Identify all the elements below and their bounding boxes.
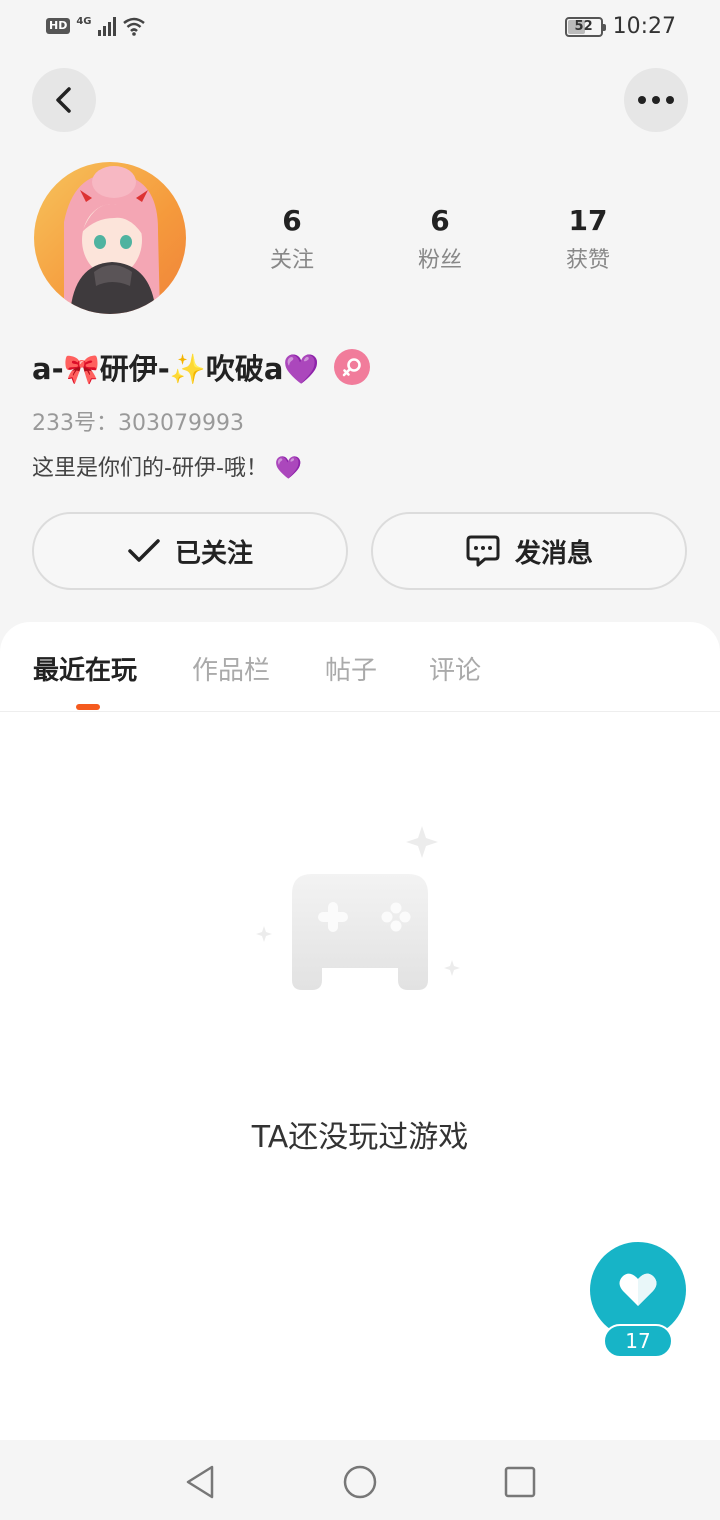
stat-value: 6: [282, 204, 302, 237]
tab-works[interactable]: 作品栏: [192, 650, 270, 687]
chevron-left-icon: [56, 87, 71, 113]
wifi-icon: [122, 17, 145, 36]
triangle-back-icon: [186, 1465, 214, 1499]
user-id-value: 303079993: [118, 411, 244, 436]
following-label: 已关注: [174, 538, 253, 569]
circle-home-icon: [343, 1465, 377, 1499]
checkmark-icon: [128, 539, 160, 562]
tab-bar: 最近在玩 作品栏 帖子 评论: [0, 622, 720, 712]
network-type: 4G: [76, 15, 92, 27]
tab-recently-played[interactable]: 最近在玩: [33, 650, 137, 687]
battery-level: 52: [574, 19, 593, 34]
stat-label: 获赞: [565, 248, 610, 273]
stat-likes[interactable]: 17 获赞: [514, 204, 662, 274]
stat-label: 关注: [269, 248, 314, 273]
empty-state-text: TA还没玩过游戏: [251, 1120, 469, 1155]
stat-followers[interactable]: 6 粉丝: [366, 204, 514, 274]
bio: 这里是你们的-研伊-哦！ 💜: [32, 456, 303, 481]
battery-icon: 52: [564, 16, 606, 37]
user-id: 233号：303079993: [32, 405, 244, 437]
hd-badge: HD: [46, 18, 71, 34]
nav-back-button[interactable]: [180, 1462, 220, 1502]
nickname-row: a-🎀研伊-✨吹破a💜: [32, 346, 370, 388]
back-button[interactable]: [32, 68, 96, 132]
message-label: 发消息: [514, 538, 593, 569]
gamepad-icon: [256, 826, 460, 990]
like-count: 17: [603, 1324, 673, 1358]
tab-indicator: [76, 704, 100, 710]
message-button[interactable]: 发消息: [371, 512, 687, 590]
stat-value: 6: [430, 204, 450, 237]
system-nav-bar: [0, 1440, 720, 1520]
stat-following[interactable]: 6 关注: [218, 204, 366, 274]
avatar[interactable]: [34, 162, 186, 314]
stat-value: 17: [568, 204, 608, 237]
more-dots-icon: [638, 96, 674, 104]
heart-icon: [619, 1273, 657, 1306]
square-recents-icon: [504, 1466, 536, 1498]
status-right: 52 10:27: [564, 14, 676, 39]
nickname: a-🎀研伊-✨吹破a💜: [32, 352, 320, 386]
chat-bubble-icon: [466, 535, 500, 567]
status-bar: HD 4G 52 10:27: [0, 0, 720, 56]
avatar-image: [34, 162, 186, 314]
signal-icon: [97, 16, 116, 36]
female-gender-icon: [333, 349, 370, 385]
nav-recents-button[interactable]: [500, 1462, 540, 1502]
tab-posts[interactable]: 帖子: [325, 650, 377, 687]
user-id-label: 233号：: [32, 411, 118, 436]
profile-stats: 6 关注 6 粉丝 17 获赞: [218, 204, 662, 274]
stat-label: 粉丝: [417, 248, 462, 273]
clock: 10:27: [612, 14, 676, 39]
content-panel: 最近在玩 作品栏 帖子 评论 TA还没玩过游戏 17: [0, 622, 720, 1440]
more-button[interactable]: [624, 68, 688, 132]
nav-home-button[interactable]: [340, 1462, 380, 1502]
following-button[interactable]: 已关注: [32, 512, 348, 590]
status-left: HD 4G: [46, 16, 146, 36]
tab-comments[interactable]: 评论: [429, 650, 481, 687]
